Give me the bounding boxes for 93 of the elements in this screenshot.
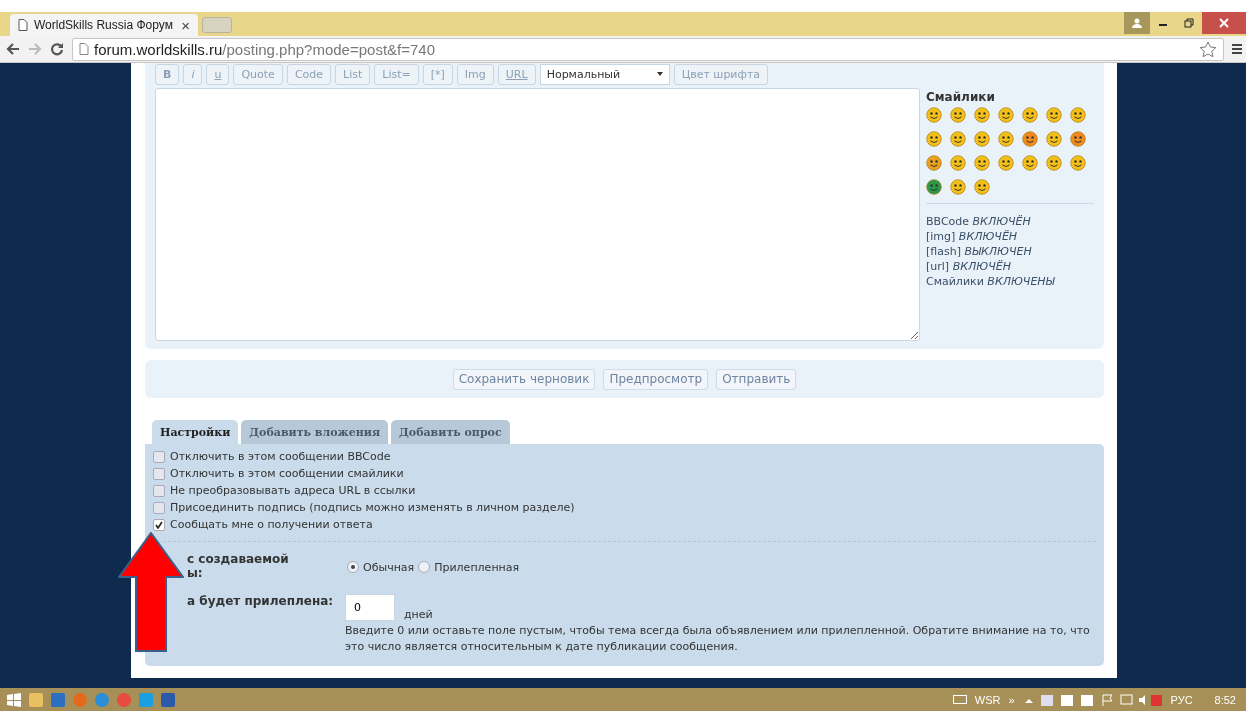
toolbar-label[interactable]: WSR <box>974 693 1001 706</box>
action-button[interactable]: Предпросмотр <box>603 368 709 390</box>
smiley-icon[interactable] <box>950 131 966 147</box>
page-icon <box>18 19 28 31</box>
tab-title: WorldSkills Russia Форум <box>34 18 174 32</box>
smiley-icon[interactable] <box>1070 155 1086 171</box>
url-host: forum.worldskills.ru <box>94 40 223 58</box>
field-label: а будет прилеплена: <box>187 594 334 608</box>
person-icon <box>1132 18 1142 28</box>
radio-label: Обычная <box>363 560 415 574</box>
bbcode-status: [url] ВКЛЮЧЁН <box>926 259 1012 274</box>
smiley-icon[interactable] <box>1046 131 1062 147</box>
option-label: Сообщать мне о получении ответа <box>170 518 373 531</box>
smilies-title: Смайлики <box>926 90 996 104</box>
option-label: Присоединить подпись (подпись можно изменять в личном разделе) <box>170 501 575 514</box>
address-bar[interactable]: forum.worldskills.ru/posting.php?mode=post&f=740 <box>72 37 1224 61</box>
radio-button[interactable] <box>347 561 359 573</box>
font-size-select[interactable]: Нормальный <box>539 63 670 85</box>
smiley-icon[interactable] <box>974 107 990 123</box>
field-label: ы: <box>187 566 203 580</box>
smiley-icon[interactable] <box>950 107 966 123</box>
check-icon <box>155 520 163 529</box>
caret-icon <box>656 72 663 76</box>
bbcode-status: BBCode ВКЛЮЧЁН <box>926 214 1032 229</box>
action-button[interactable]: Сохранить черновик <box>452 368 596 390</box>
format-button[interactable]: B <box>155 63 180 85</box>
format-button[interactable]: i <box>183 63 203 85</box>
format-button[interactable]: Code <box>286 63 332 85</box>
format-button[interactable]: u <box>206 63 230 85</box>
back-icon[interactable] <box>6 43 20 55</box>
smiley-icon[interactable] <box>950 179 966 195</box>
reload-icon[interactable] <box>50 42 64 56</box>
bbcode-status: Смайлики ВКЛЮЧЕНЫ <box>926 274 1056 289</box>
format-button[interactable]: URL <box>497 63 536 85</box>
browser-tab[interactable]: WorldSkills Russia Форум × <box>10 14 198 36</box>
close-tab-button[interactable]: × <box>181 16 190 34</box>
smiley-icon[interactable] <box>998 155 1014 171</box>
start-icon[interactable] <box>6 691 22 708</box>
star-icon[interactable] <box>1199 40 1217 58</box>
smiley-icon[interactable] <box>926 107 942 123</box>
option-label: Не преобразовывать адреса URL в ссылки <box>170 484 416 497</box>
format-button[interactable]: Quote <box>233 63 283 85</box>
font-color-button[interactable]: Цвет шрифта <box>673 63 769 85</box>
checkbox[interactable] <box>153 467 165 480</box>
unit-label: дней <box>404 608 433 621</box>
smiley-icon[interactable] <box>1046 107 1062 123</box>
toolbar-expand[interactable]: » <box>1008 693 1015 706</box>
smiley-icon[interactable] <box>1070 131 1086 147</box>
settings-tab[interactable]: Добавить вложения <box>241 420 388 444</box>
message-field[interactable] <box>155 88 920 341</box>
smiley-icon[interactable] <box>926 131 942 147</box>
clock[interactable]: 8:52 <box>1214 693 1236 706</box>
smiley-icon[interactable] <box>1070 107 1086 123</box>
option-label: Отключить в этом сообщении BBCode <box>170 450 391 463</box>
smiley-icon[interactable] <box>1022 155 1038 171</box>
close-icon <box>1219 18 1229 28</box>
format-button[interactable]: List= <box>374 63 419 85</box>
format-button[interactable]: [*] <box>422 63 453 85</box>
smiley-icon[interactable] <box>1022 131 1038 147</box>
smiley-icon[interactable] <box>998 131 1014 147</box>
checkbox[interactable] <box>153 484 165 497</box>
radio-label: Прилепленная <box>434 560 520 574</box>
format-button[interactable]: Img <box>456 63 494 85</box>
smiley-icon[interactable] <box>926 179 942 195</box>
smiley-icon[interactable] <box>998 107 1014 123</box>
checkbox[interactable] <box>153 518 165 531</box>
bbcode-status: [img] ВКЛЮЧЁН <box>926 229 1019 244</box>
smiley-icon[interactable] <box>1046 155 1062 171</box>
hint-text: Введите 0 или оставьте поле пустым, чтобы тема всегда была объявлением или прилепленной. Обратите внимание на то, что это число является относительным к дате публикации сообщения. <box>345 623 1091 655</box>
action-button[interactable]: Отправить <box>716 368 797 390</box>
checkbox[interactable] <box>153 501 165 514</box>
url-path: /posting.php?mode=post&f=740 <box>222 40 436 58</box>
field-label: с создаваемой <box>187 552 289 566</box>
option-label: Отключить в этом сообщении смайлики <box>170 467 404 480</box>
checkbox[interactable] <box>153 450 165 463</box>
smiley-icon[interactable] <box>974 179 990 195</box>
smiley-icon[interactable] <box>974 131 990 147</box>
settings-tab[interactable]: Настройки <box>152 420 239 444</box>
settings-tab[interactable]: Добавить опрос <box>391 420 510 444</box>
keyboard-icon[interactable] <box>952 695 967 704</box>
format-button[interactable]: List <box>335 63 371 85</box>
days-field[interactable]: 0 <box>345 594 395 621</box>
menu-icon[interactable] <box>1232 43 1242 55</box>
restore-icon <box>1184 18 1194 28</box>
language-indicator[interactable]: РУС <box>1170 693 1193 706</box>
close-button[interactable] <box>1202 12 1246 34</box>
page-icon <box>79 43 89 55</box>
smiley-icon[interactable] <box>1022 107 1038 123</box>
smiley-icon[interactable] <box>974 155 990 171</box>
smiley-icon[interactable] <box>950 155 966 171</box>
smiley-icon[interactable] <box>926 155 942 171</box>
radio-button[interactable] <box>418 561 431 573</box>
bbcode-status: [flash] ВЫКЛЮЧЕН <box>926 244 1033 259</box>
